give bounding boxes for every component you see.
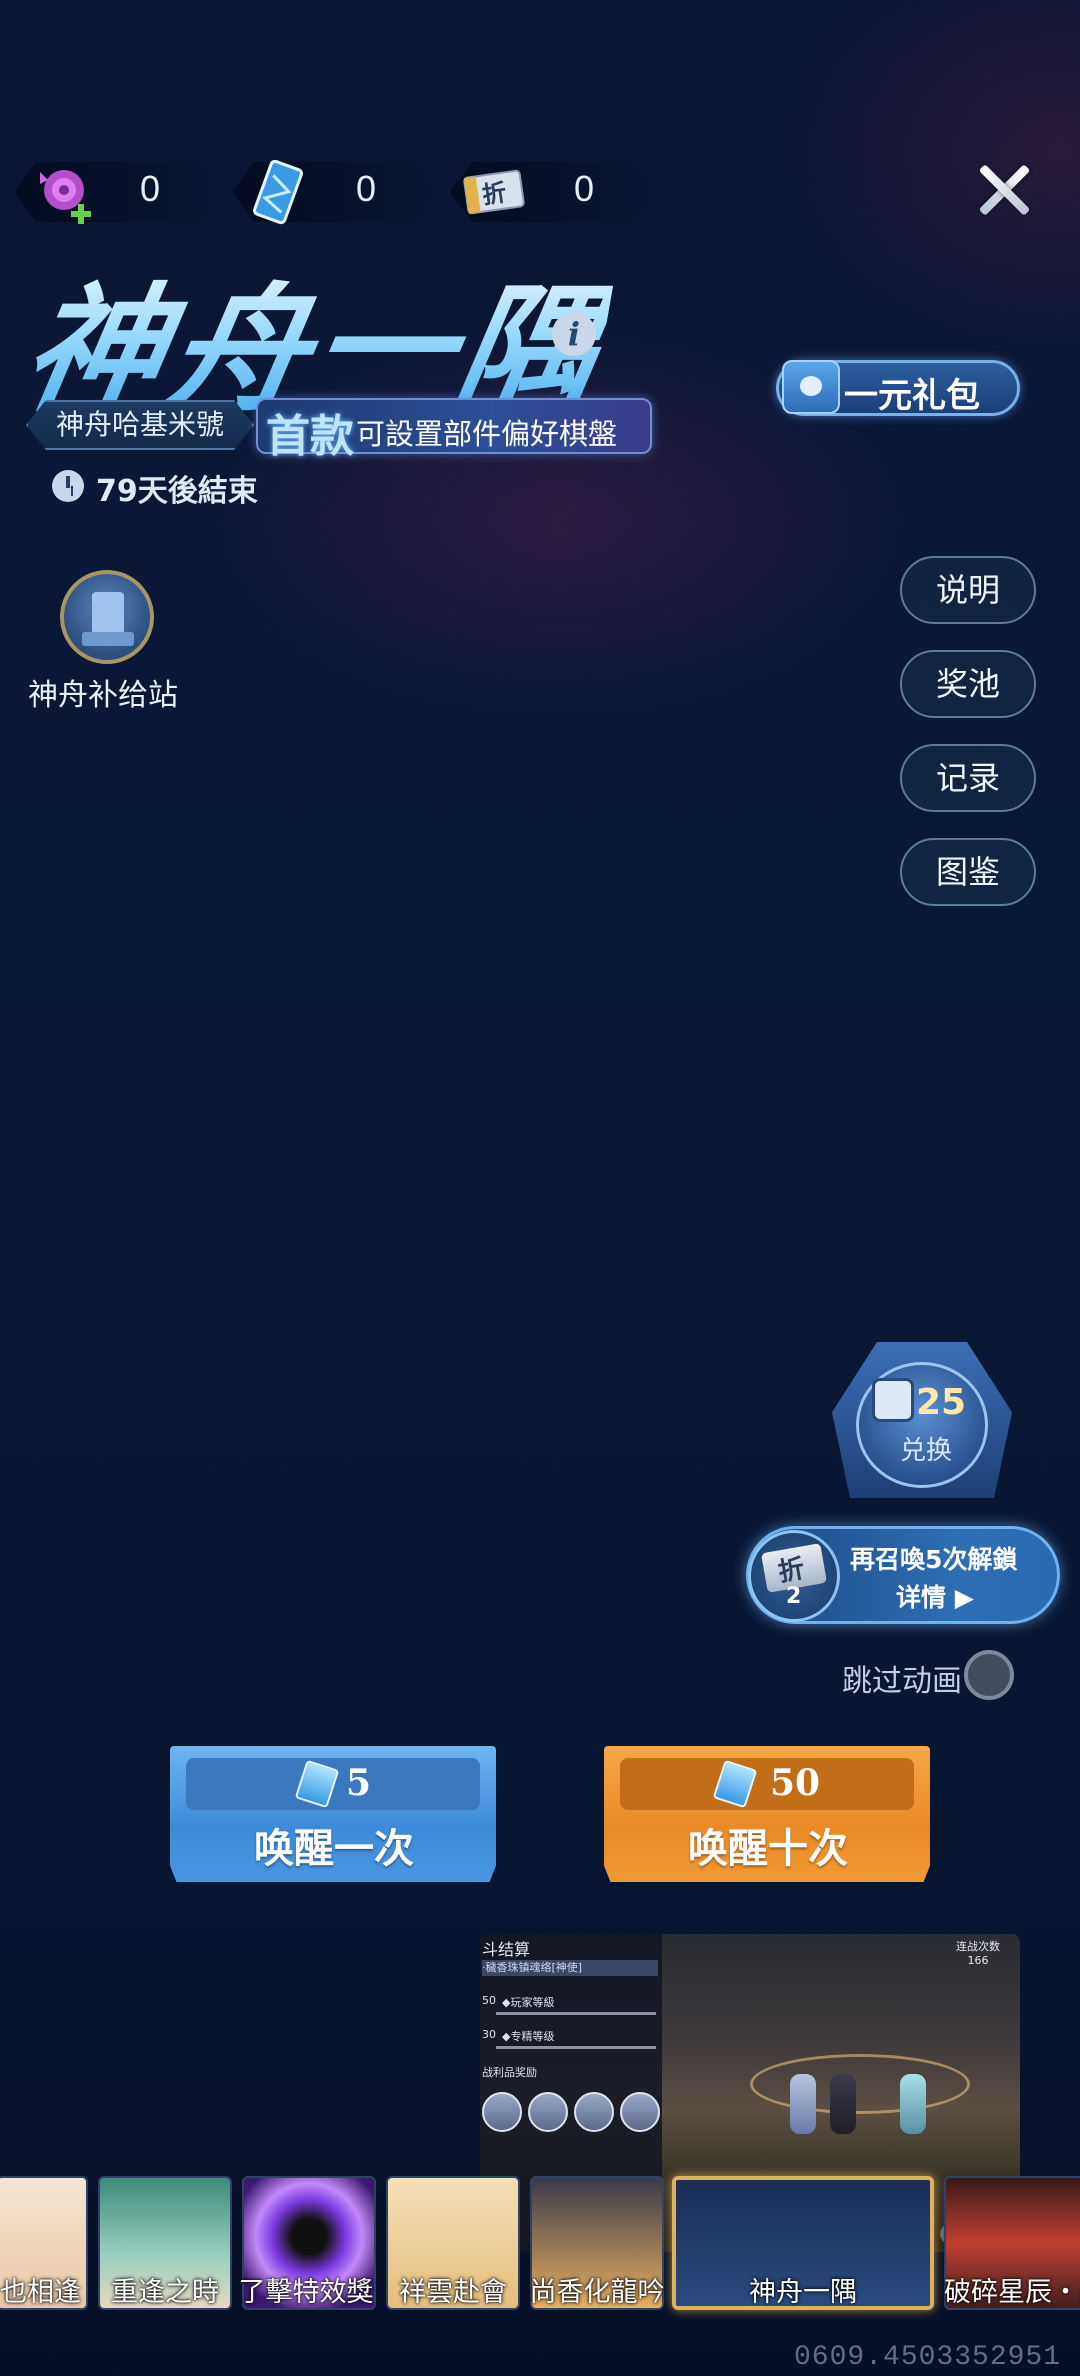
preview-row2-num: 30 xyxy=(482,2028,496,2041)
supply-station-label[interactable]: 神舟补给站 xyxy=(28,670,178,714)
prize-pool-button[interactable]: 奖池 xyxy=(900,650,1036,718)
preview-character xyxy=(830,2074,856,2134)
discount-ticket-icon: 折 xyxy=(463,169,525,215)
preview-avatar xyxy=(482,2092,522,2132)
preview-row1-bar xyxy=(496,2012,656,2015)
first-label: 首款 xyxy=(266,411,354,462)
svg-text:折: 折 xyxy=(480,178,508,209)
awaken-ten-label: 唤醒十次 xyxy=(688,1826,848,1872)
banner-card-label: 神舟一隅 xyxy=(749,2277,857,2306)
preview-avatar xyxy=(574,2092,614,2132)
preview-counter: 连战次数 166 xyxy=(956,1938,1000,1967)
explain-button[interactable]: 说明 xyxy=(900,556,1036,624)
gift-icon xyxy=(782,360,840,414)
awaken-ten-cost: 50 xyxy=(770,1762,821,1804)
discount-count: 2 xyxy=(786,1584,802,1609)
end-time: 79天後結束 xyxy=(96,474,258,509)
preview-avatar xyxy=(620,2092,660,2132)
close-icon[interactable] xyxy=(972,158,1036,222)
banner-card-label: 破碎星辰・卍 xyxy=(944,2277,1080,2306)
banner-card-label: 也相逢 xyxy=(0,2277,81,2306)
awaken-once-cost: 5 xyxy=(346,1762,372,1804)
summon-ticket-value: 0 xyxy=(356,168,377,209)
preview-title: 斗结算 xyxy=(482,1940,531,1959)
banner-card-label: 了擊特效獎 xyxy=(238,2277,374,2306)
feature-description: 可設置部件偏好棋盤 xyxy=(356,417,618,451)
preview-row2-label: ◆专精等级 xyxy=(502,2030,555,2043)
preview-section: 战利品奖励 xyxy=(482,2066,537,2079)
candy-currency-icon xyxy=(40,170,91,224)
gift-pack-label: 一元礼包 xyxy=(844,376,980,416)
exchange-count: 25 xyxy=(916,1382,967,1423)
clock-icon xyxy=(52,470,84,502)
details-link[interactable]: 详情 ▶ xyxy=(896,1578,974,1614)
preview-subtitle: ·穢香珠镇魂络[神使] xyxy=(482,1960,658,1976)
preview-row1-label: ◆玩家等級 xyxy=(502,1996,555,2009)
unlock-text: 再召喚5次解鎖 xyxy=(850,1545,1018,1574)
discount-ticket-value: 0 xyxy=(574,168,595,209)
preview-character xyxy=(900,2074,926,2134)
supply-station-icon[interactable] xyxy=(60,570,154,664)
banner-card-label: 祥雲赴會 xyxy=(399,2277,507,2306)
preview-avatar xyxy=(528,2092,568,2132)
candy-currency-value: 0 xyxy=(140,168,161,209)
banner-card-label: 重逢之時 xyxy=(111,2277,219,2306)
preview-counter-label: 连战次数 xyxy=(956,1940,1000,1953)
session-id: 0609.4503352951 xyxy=(794,2342,1062,2373)
preview-counter-value: 166 xyxy=(967,1954,989,1967)
exchange-token-icon xyxy=(872,1378,914,1422)
preview-row2-bar xyxy=(496,2046,656,2049)
exchange-label: 兑换 xyxy=(900,1436,953,1466)
codex-button[interactable]: 图鉴 xyxy=(900,838,1036,906)
banner-card-label: 尚香化龍吟 xyxy=(529,2277,665,2306)
info-icon[interactable]: i xyxy=(552,312,596,356)
awaken-ten-cost-bar xyxy=(620,1758,914,1810)
record-button[interactable]: 记录 xyxy=(900,744,1036,812)
awaken-once-label: 唤醒一次 xyxy=(254,1826,414,1872)
preview-arena-ring xyxy=(750,2054,970,2114)
skip-animation-toggle[interactable] xyxy=(964,1650,1014,1700)
summon-ticket-icon xyxy=(253,159,303,225)
preview-row1-num: 50 xyxy=(482,1994,496,2007)
skip-animation-label: 跳过动画 xyxy=(842,1664,962,1699)
preview-character xyxy=(790,2074,816,2134)
hero-tag: 神舟哈基米號 xyxy=(26,400,254,450)
